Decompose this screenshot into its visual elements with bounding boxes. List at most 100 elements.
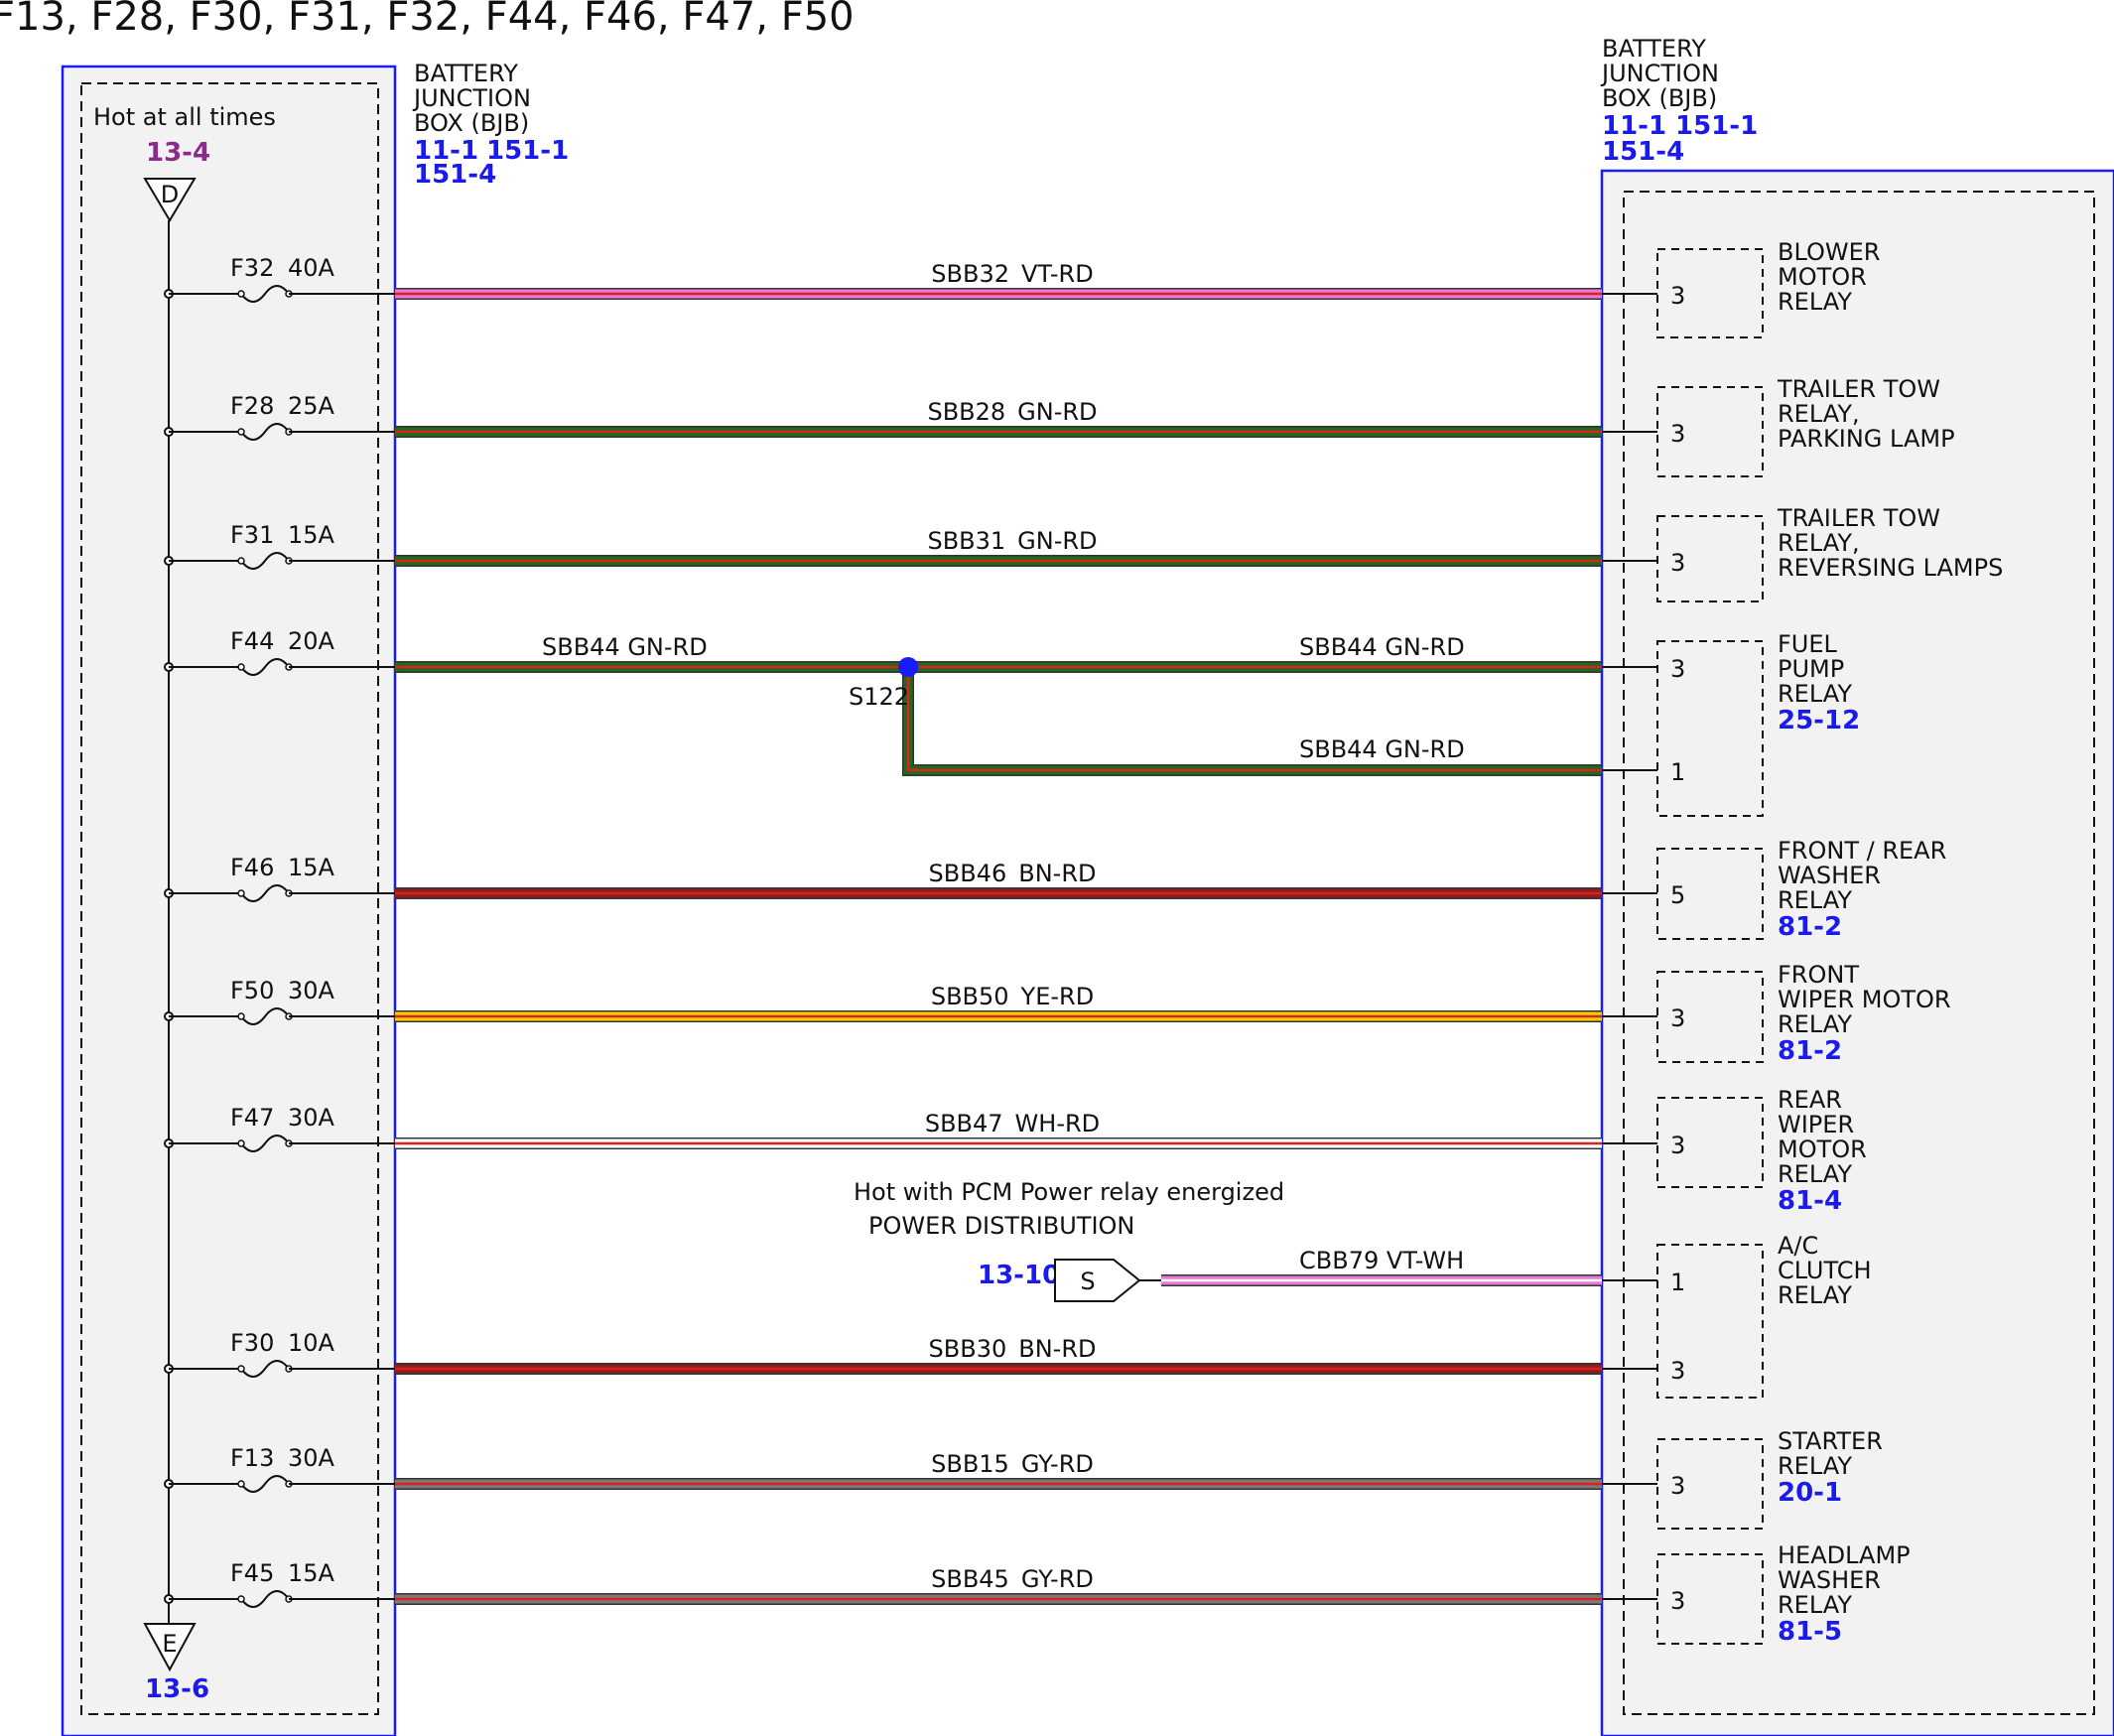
fuse-name: F31: [230, 521, 274, 549]
fuse-rating: 20A: [288, 627, 335, 655]
relay-name-line: RELAY: [1778, 1452, 1852, 1480]
fuse-name: F13: [230, 1444, 274, 1472]
fuse-terminal: [237, 663, 245, 671]
fuse-terminal: [237, 1012, 245, 1020]
relay-name-line: RELAY: [1778, 680, 1852, 708]
wire-sbb44-out2-outline: [902, 667, 1602, 776]
fuse-terminal: [237, 1595, 245, 1603]
wire-id: SBB30: [929, 1335, 1007, 1363]
wire-label: SBB44 GN-RD: [1299, 735, 1465, 763]
fuse-terminal: [237, 557, 245, 565]
relay-name-line: PARKING LAMP: [1778, 425, 1955, 453]
pcm-ref: 13-10: [978, 1261, 1060, 1290]
wire-id: SBB15: [931, 1450, 1009, 1478]
relay-name-line: RELAY: [1778, 886, 1852, 914]
wiring-diagram: F13, F28, F30, F31, F32, F44, F46, F47, …: [0, 0, 2114, 1736]
relay-ref: 81-5: [1778, 1617, 1842, 1647]
left-bjb-name-line: BATTERY: [414, 60, 518, 87]
right-bjb-name-line: BOX (BJB): [1602, 84, 1717, 112]
relay-ref: 20-1: [1778, 1478, 1842, 1508]
right-bjb-ref: 151-1: [1675, 111, 1758, 141]
wire-color-code: WH-RD: [1015, 1110, 1101, 1137]
pin-number: 3: [1670, 420, 1685, 448]
relay-name-line: RELAY,: [1778, 529, 1860, 557]
pin-number: 1: [1670, 758, 1685, 786]
fuse-name: F45: [230, 1559, 274, 1587]
pin-number: 5: [1670, 881, 1685, 909]
fuse-terminal: [237, 889, 245, 897]
wire-color-code: YE-RD: [1020, 983, 1095, 1010]
pcm-hot-label: Hot with PCM Power relay energized: [854, 1178, 1284, 1206]
pin-number: 3: [1670, 1132, 1685, 1159]
relay-name-line: WASHER: [1778, 1566, 1881, 1594]
pin-number: 3: [1670, 1472, 1685, 1500]
fuse-name: F44: [230, 627, 274, 655]
relay-name-line: BLOWER: [1778, 238, 1880, 266]
connector-e-label: E: [162, 1630, 177, 1658]
relay-name-line: FUEL: [1778, 630, 1838, 658]
connector-s-label: S: [1080, 1268, 1095, 1295]
wire-label: SBB45 GY-RD: [931, 1565, 1094, 1593]
left-bjb-name-line: JUNCTION: [412, 84, 531, 112]
fuse-terminal: [237, 1139, 245, 1147]
relay-ref: 81-2: [1778, 912, 1842, 942]
fuse-name: F30: [230, 1329, 274, 1357]
wire-color-code: GN-RD: [1017, 527, 1097, 555]
wire-color-code: GN-RD: [1017, 398, 1097, 426]
wire-label: SBB47 WH-RD: [925, 1110, 1100, 1137]
relay-name-line: WIPER MOTOR: [1778, 986, 1951, 1013]
relay-name-line: HEADLAMP: [1778, 1541, 1911, 1569]
wire-label: SBB15 GY-RD: [931, 1450, 1094, 1478]
wire-color-code: BN-RD: [1018, 860, 1096, 887]
left-bjb-box: [61, 65, 397, 1736]
left-bjb-ref: 151-1: [486, 136, 569, 166]
wire-label: SBB28 GN-RD: [927, 398, 1097, 426]
relay-name-line: STARTER: [1778, 1427, 1883, 1455]
relay-name-line: WASHER: [1778, 862, 1881, 889]
connector-s-shape: [1054, 1259, 1141, 1302]
right-bjb-ref: 151-4: [1602, 137, 1684, 167]
relay-name-line: A/C: [1778, 1232, 1818, 1260]
wire-label: SBB31 GN-RD: [927, 527, 1097, 555]
fuse-rating: 40A: [288, 254, 335, 282]
wire-label: SBB44 GN-RD: [1299, 633, 1465, 661]
diagram-title: F13, F28, F30, F31, F32, F44, F46, F47, …: [0, 0, 855, 40]
relay-name-line: RELAY: [1778, 1010, 1852, 1038]
relay-name-line: FRONT: [1778, 961, 1859, 989]
relay-name-line: REVERSING LAMPS: [1778, 554, 2003, 582]
relay-name-line: TRAILER TOW: [1777, 504, 1940, 532]
relay-ref: 81-2: [1778, 1036, 1842, 1066]
relay-name-line: PUMP: [1778, 655, 1844, 683]
relay-name-line: CLUTCH: [1778, 1257, 1872, 1284]
relay-name-line: RELAY: [1778, 1591, 1852, 1619]
wire-label: SBB32 VT-RD: [931, 260, 1093, 288]
fuse-name: F32: [230, 254, 274, 282]
wire-color-code: BN-RD: [1018, 1335, 1096, 1363]
left-bjb-ref: 151-4: [414, 160, 496, 190]
fuse-rating: 30A: [288, 977, 335, 1004]
fuse-rating: 15A: [288, 854, 335, 881]
right-bjb-name-line: JUNCTION: [1600, 60, 1719, 87]
fuse-rating: 30A: [288, 1444, 335, 1472]
fuse-rating: 15A: [288, 1559, 335, 1587]
pin-number: 3: [1670, 655, 1685, 683]
wire-id: SBB47: [925, 1110, 1003, 1137]
bottom-bus-ref: 13-6: [145, 1674, 209, 1704]
wire-id: SBB50: [931, 983, 1009, 1010]
wire-label: CBB79 VT-WH: [1299, 1247, 1464, 1274]
wire-label: SBB50 YE-RD: [931, 983, 1094, 1010]
relay-name-line: MOTOR: [1778, 1135, 1867, 1163]
wire-id: SBB31: [927, 527, 1005, 555]
splice-s122-dot: [898, 657, 918, 677]
wire-color-code: VT-RD: [1021, 260, 1094, 288]
fuse-terminal: [237, 290, 245, 298]
wire-color-code: GY-RD: [1021, 1565, 1094, 1593]
right-bjb-name-line: BATTERY: [1602, 35, 1706, 63]
fuse-rating: 25A: [288, 392, 335, 420]
wire-id: SBB28: [927, 398, 1005, 426]
relay-name-line: RELAY: [1778, 1281, 1852, 1309]
wire-label: SBB44 GN-RD: [542, 633, 708, 661]
wire-color-code: GY-RD: [1021, 1450, 1094, 1478]
pin-number: 3: [1670, 282, 1685, 310]
fuse-rating: 30A: [288, 1104, 335, 1132]
